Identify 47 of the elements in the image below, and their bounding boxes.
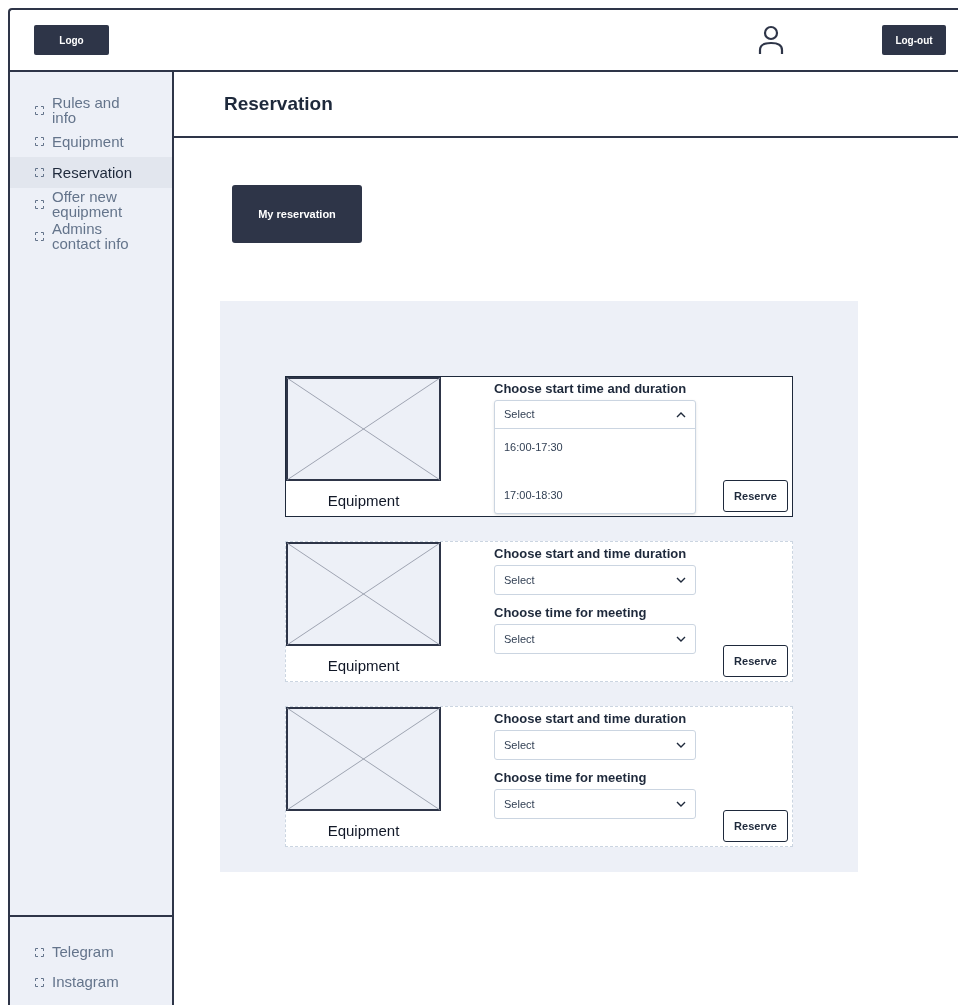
field-label: Choose start time and duration [494,380,688,397]
dropdown-option[interactable]: 17:00-18:30 [504,486,686,503]
field-label: Choose time for meeting [494,604,648,621]
select-value: Select [504,572,535,588]
chevron-down-icon [676,636,686,642]
placeholder-icon [35,168,44,177]
select-value: Select [504,796,535,812]
reserve-button[interactable]: Reserve [723,810,788,842]
placeholder-icon [35,947,44,957]
chevron-down-icon [676,801,686,807]
field-label: Choose start and time duration [494,545,688,562]
equipment-name: Equipment [327,823,400,838]
equipment-name: Equipment [327,493,400,508]
chevron-down-icon [676,577,686,583]
sidebar-item[interactable]: Offer new equipment [10,188,172,220]
equipment-name: Equipment [327,658,400,673]
reserve-button[interactable]: Reserve [723,480,788,512]
page-title: Reservation [224,91,333,116]
sidebar-item[interactable]: Equipment [10,126,172,157]
placeholder-icon [35,105,44,115]
field-label: Choose start and time duration [494,710,688,727]
user-icon[interactable] [758,25,784,55]
select-dropdown[interactable]: Select [494,565,696,595]
select-value: Select [504,631,535,647]
placeholder-icon [35,231,44,241]
logo: Logo [34,25,109,55]
sidebar-item[interactable]: Rules and info [10,94,172,126]
logout-button[interactable]: Log-out [882,25,946,55]
dropdown-option[interactable]: 16:00-17:30 [504,439,686,456]
select-dropdown[interactable]: Select 16:00-17:30 17:00-18:30 [494,400,696,514]
placeholder-icon [35,137,44,146]
placeholder-icon [35,199,44,209]
sidebar-item[interactable]: Admins contact info [10,220,172,252]
sidebar-item[interactable]: Reservation [10,157,172,188]
reserve-button[interactable]: Reserve [723,645,788,677]
my-reservation-button[interactable]: My reservation [232,185,362,243]
select-dropdown[interactable]: Select [494,730,696,760]
social-link[interactable]: Instagram [10,967,172,997]
chevron-up-icon [676,411,686,418]
select-dropdown[interactable]: Select [494,624,696,654]
field-label: Choose time for meeting [494,769,648,786]
select-value: Select [504,737,535,753]
select-value: Select [504,407,535,423]
social-link[interactable]: Telegram [10,937,172,967]
select-dropdown[interactable]: Select [494,789,696,819]
chevron-down-icon [676,742,686,748]
placeholder-icon [35,977,44,987]
